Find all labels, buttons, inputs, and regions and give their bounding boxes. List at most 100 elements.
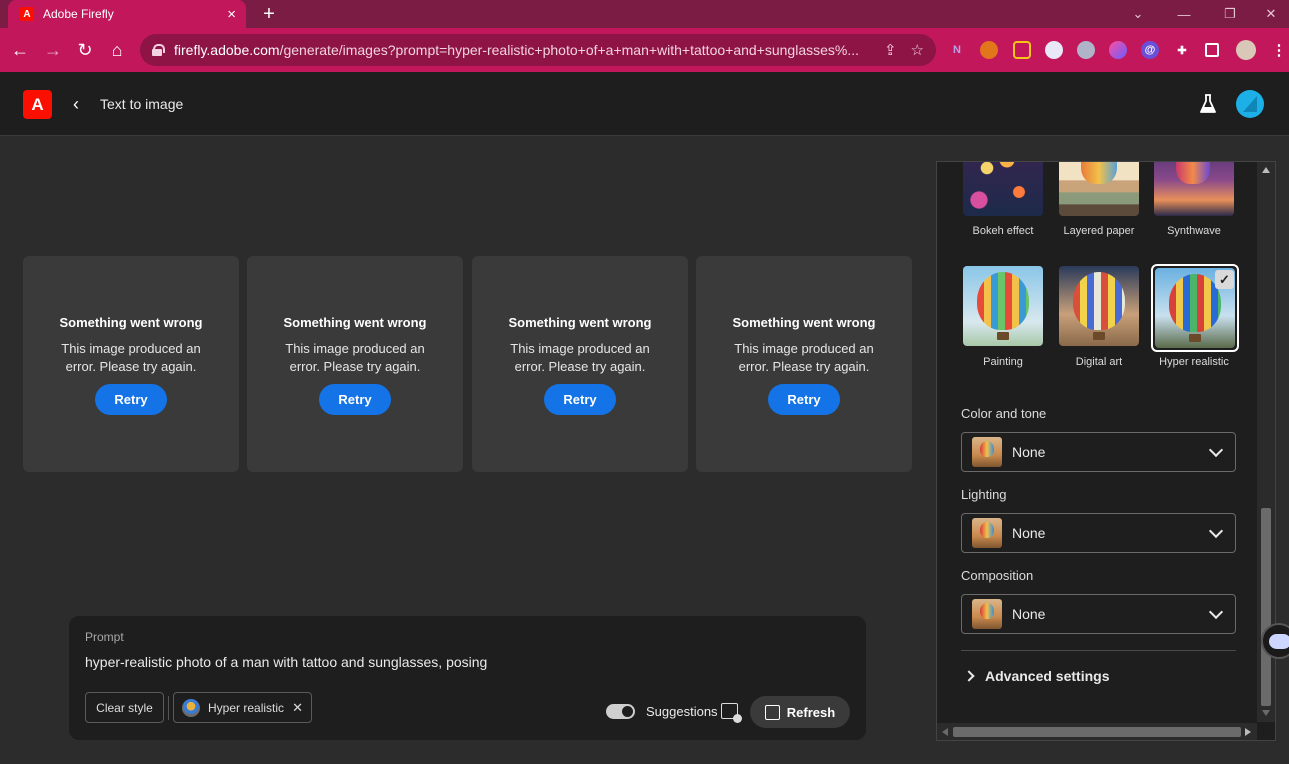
window-controls: ⌄ — ❐ — [1115, 0, 1253, 28]
style-label-bokeh-effect: Bokeh effect — [972, 225, 1034, 237]
error-message: This image produced an error. Please try… — [285, 341, 425, 374]
basket-shape — [1093, 332, 1105, 340]
style-thumb-bokeh-effect[interactable] — [963, 162, 1043, 216]
style-thumb-layered-paper[interactable] — [1059, 162, 1139, 216]
result-card: Something went wrong This image produced… — [696, 256, 912, 472]
toggle-knob — [622, 706, 633, 717]
error-message: This image produced an error. Please try… — [510, 341, 650, 374]
color-icon[interactable] — [1109, 41, 1127, 59]
composition-label: Composition — [961, 568, 1034, 583]
basket-shape — [1189, 334, 1201, 342]
lighting-dropdown[interactable]: None — [961, 513, 1236, 553]
back-arrow-icon[interactable]: ← — [6, 36, 34, 64]
notion-icon[interactable]: N — [948, 41, 966, 59]
error-title: Something went wrong — [508, 315, 652, 330]
share-icon[interactable]: ⇪ — [884, 41, 897, 59]
error-message: This image produced an error. Please try… — [734, 341, 874, 374]
restore-button[interactable]: ❐ — [1207, 0, 1253, 28]
close-window-button[interactable]: ✕ — [1253, 0, 1289, 28]
style-label-hyper-realistic: Hyper realistic — [1159, 356, 1229, 368]
scroll-left-arrow-icon[interactable] — [942, 728, 948, 736]
refresh-label: Refresh — [786, 704, 836, 720]
style-chip-label: Hyper realistic — [208, 700, 285, 715]
scroll-up-arrow-icon[interactable] — [1262, 167, 1270, 173]
owl-icon[interactable] — [1077, 41, 1095, 59]
profile-avatar-icon[interactable] — [1236, 40, 1256, 60]
error-title: Something went wrong — [732, 315, 876, 330]
reload-icon[interactable]: ↻ — [71, 36, 99, 64]
url-path: /generate/images?prompt=hyper-realistic+… — [279, 42, 860, 58]
retry-button[interactable]: Retry — [768, 384, 840, 415]
balloon-shape — [977, 272, 1029, 330]
refresh-button[interactable]: Refresh — [750, 696, 850, 728]
sidebar-icon[interactable] — [1205, 43, 1219, 57]
style-label-layered-paper: Layered paper — [1063, 225, 1135, 237]
panel-horizontal-scrollbar[interactable] — [937, 723, 1257, 740]
scroll-thumb[interactable] — [1261, 508, 1271, 706]
minimize-button[interactable]: — — [1161, 0, 1207, 28]
style-chip-hyper-realistic[interactable]: Hyper realistic ✕ — [173, 692, 312, 723]
back-chevron-icon[interactable]: ‹ — [69, 92, 83, 116]
window-close-wrap: ✕ — [1253, 0, 1289, 28]
lighting-label: Lighting — [961, 487, 1007, 502]
bookmark-star-icon[interactable]: ☆ — [911, 41, 924, 59]
style-label-digital-art: Digital art — [1075, 356, 1123, 368]
prompt-label: Prompt — [85, 630, 124, 644]
url-host: firefly.adobe.com — [174, 42, 280, 58]
chevron-right-icon[interactable] — [963, 670, 975, 682]
more-menu-icon[interactable]: ⋮ — [1270, 41, 1288, 59]
tab-search-icon[interactable]: ⌄ — [1115, 0, 1161, 28]
retry-button[interactable]: Retry — [95, 384, 167, 415]
address-bar[interactable]: firefly.adobe.com/generate/images?prompt… — [140, 34, 936, 66]
color-and-tone-dropdown[interactable]: None — [961, 432, 1236, 472]
suggestions-toggle[interactable] — [606, 704, 635, 719]
suggestions-settings-icon[interactable] — [721, 703, 742, 723]
forward-arrow-icon[interactable]: → — [39, 36, 67, 64]
style-label-synthwave: Synthwave — [1167, 225, 1221, 237]
scroll-down-arrow-icon[interactable] — [1262, 710, 1270, 716]
browser-toolbar: ← → ↻ ⌂ firefly.adobe.com/generate/image… — [0, 28, 1289, 72]
balloon-shape — [1169, 274, 1221, 332]
tab-close-icon[interactable]: × — [227, 7, 236, 22]
prompt-input[interactable]: hyper-realistic photo of a man with tatt… — [85, 654, 487, 670]
retry-button[interactable]: Retry — [319, 384, 391, 415]
chevron-down-icon — [1208, 523, 1224, 538]
user-avatar[interactable] — [1236, 90, 1264, 118]
beta-flask-icon[interactable] — [1199, 94, 1217, 114]
page-title: Text to image — [100, 96, 184, 112]
home-icon[interactable]: ⌂ — [103, 36, 131, 64]
assistant-bubble-icon[interactable] — [1261, 623, 1289, 659]
composition-dropdown[interactable]: None — [961, 594, 1236, 634]
balloon-thumb-icon — [972, 437, 1002, 467]
discord-icon[interactable] — [1045, 41, 1063, 59]
suggestions-label: Suggestions — [646, 704, 718, 719]
retry-button[interactable]: Retry — [544, 384, 616, 415]
metamask-icon[interactable] — [980, 41, 998, 59]
balloon-thumb-icon — [972, 599, 1002, 629]
dropdown-value: None — [1012, 525, 1046, 541]
grammar-icon[interactable] — [1013, 41, 1031, 59]
style-thumb-painting[interactable] — [963, 266, 1043, 346]
settings-panel: Bokeh effect Layered paper Synthwave Pai… — [936, 161, 1276, 741]
style-label-painting: Painting — [983, 356, 1023, 368]
balloon-thumb-icon — [972, 518, 1002, 548]
chevron-down-icon — [1208, 604, 1224, 619]
style-thumb-synthwave[interactable] — [1154, 162, 1234, 216]
style-thumb-digital-art[interactable] — [1059, 266, 1139, 346]
puzzle-icon[interactable]: ✚ — [1173, 41, 1191, 59]
result-card: Something went wrong This image produced… — [23, 256, 239, 472]
scroll-right-arrow-icon[interactable] — [1245, 728, 1251, 736]
browser-tab[interactable]: A Adobe Firefly × — [8, 0, 246, 28]
advanced-settings-toggle[interactable]: Advanced settings — [985, 668, 1109, 684]
error-title: Something went wrong — [59, 315, 203, 330]
chevron-down-icon — [1208, 442, 1224, 457]
adobe-logo-icon[interactable]: A — [23, 90, 52, 119]
remove-chip-icon[interactable]: ✕ — [292, 700, 303, 716]
new-tab-button[interactable]: + — [257, 2, 281, 26]
at-icon[interactable]: @ — [1141, 41, 1159, 59]
result-card: Something went wrong This image produced… — [472, 256, 688, 472]
clear-style-button[interactable]: Clear style — [85, 692, 164, 723]
scroll-thumb[interactable] — [953, 727, 1241, 737]
dropdown-value: None — [1012, 444, 1046, 460]
tab-title: Adobe Firefly — [43, 7, 114, 21]
